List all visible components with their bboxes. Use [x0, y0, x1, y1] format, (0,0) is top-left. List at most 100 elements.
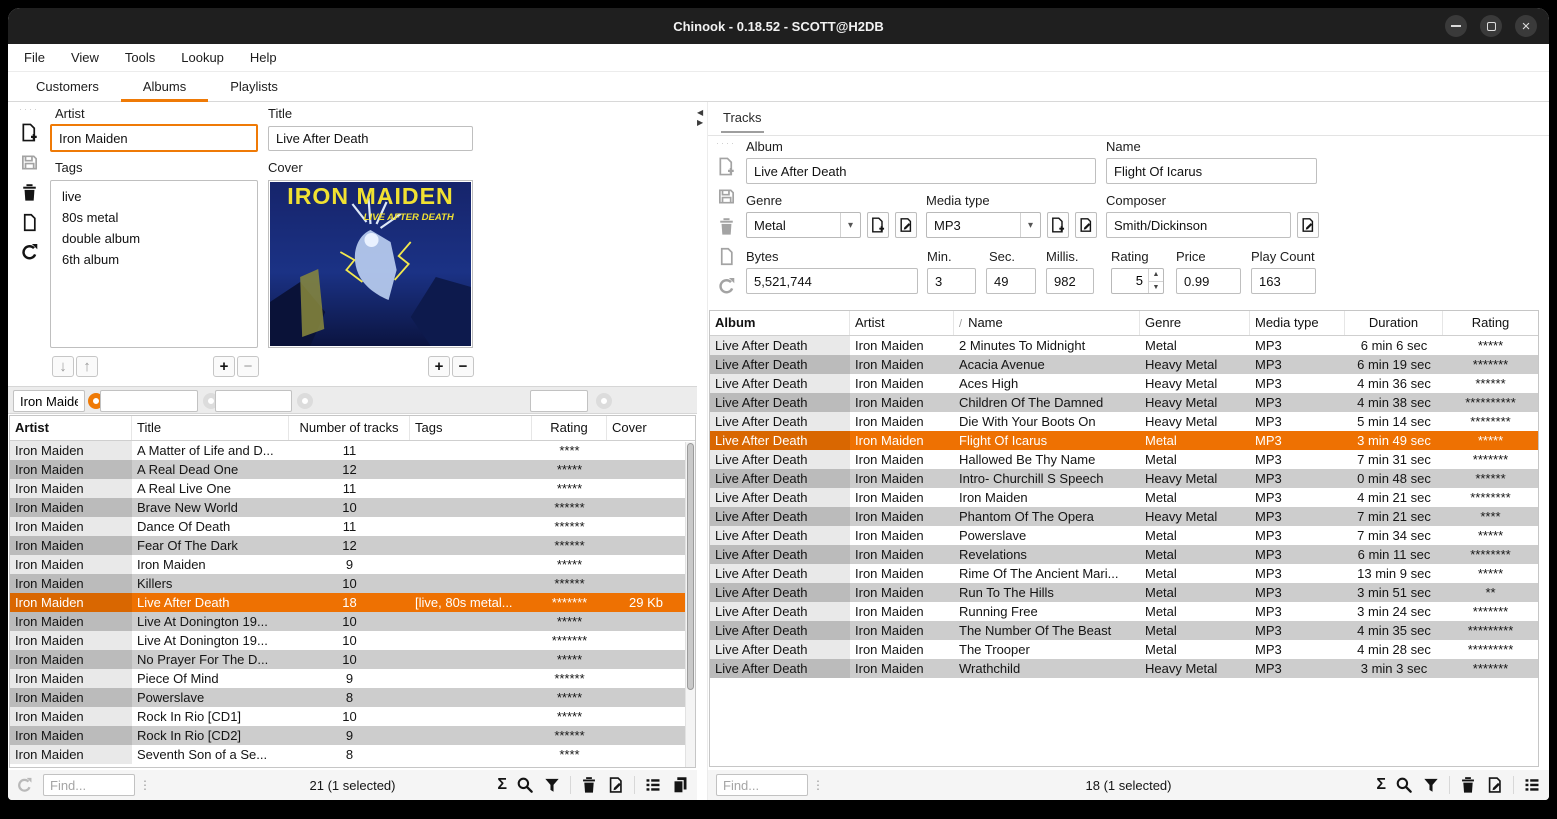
tags-list[interactable]: live80s metaldouble album6th album: [50, 180, 258, 348]
tab-playlists[interactable]: Playlists: [208, 72, 300, 101]
column-header-album[interactable]: Album: [710, 311, 850, 335]
album-row[interactable]: Iron Maiden Powerslave 8 *****: [10, 688, 695, 707]
track-row[interactable]: Live After Death Iron Maiden The Trooper…: [710, 640, 1538, 659]
column-header-title[interactable]: Title: [132, 416, 289, 440]
menu-view[interactable]: View: [71, 50, 99, 65]
genre-select[interactable]: Metal ▾: [746, 212, 861, 238]
search-icon[interactable]: [516, 776, 534, 794]
grip-icon[interactable]: ⋮: [139, 778, 151, 792]
spin-up-icon[interactable]: ▲: [1149, 269, 1163, 281]
track-row[interactable]: Live After Death Iron Maiden 2 Minutes T…: [710, 336, 1538, 355]
chevron-down-icon[interactable]: ▾: [1020, 213, 1040, 237]
save-icon[interactable]: [20, 153, 39, 172]
grip-icon[interactable]: ⋮: [812, 778, 824, 792]
tag-item[interactable]: 80s metal: [51, 207, 257, 228]
menu-file[interactable]: File: [24, 50, 45, 65]
column-header-artist[interactable]: Artist: [10, 416, 132, 440]
delete-record-icon[interactable]: [717, 217, 736, 236]
duplicate-view-icon[interactable]: [671, 776, 689, 794]
media-edit-button[interactable]: [1075, 212, 1097, 238]
new-record-icon[interactable]: [717, 157, 736, 176]
tab-customers[interactable]: Customers: [14, 72, 121, 101]
track-row[interactable]: Live After Death Iron Maiden Rime Of The…: [710, 564, 1538, 583]
media-type-select[interactable]: MP3 ▾: [926, 212, 1041, 238]
tag-item[interactable]: double album: [51, 228, 257, 249]
tracks-filter-input[interactable]: [215, 390, 292, 412]
album-row[interactable]: Iron Maiden Seventh Son of a Se... 8 ***…: [10, 745, 695, 764]
aggregate-icon[interactable]: Σ: [1376, 777, 1386, 793]
track-row[interactable]: Live After Death Iron Maiden The Number …: [710, 621, 1538, 640]
albums-table-scrollbar[interactable]: [685, 442, 695, 767]
column-header-cover[interactable]: Cover: [607, 416, 685, 440]
album-row[interactable]: Iron Maiden Iron Maiden 9 *****: [10, 555, 695, 574]
track-row[interactable]: Live After Death Iron Maiden Phantom Of …: [710, 507, 1538, 526]
refresh-icon[interactable]: [717, 277, 736, 296]
album-row[interactable]: Iron Maiden A Real Live One 11 *****: [10, 479, 695, 498]
name-input[interactable]: [1106, 158, 1317, 184]
play-count-input[interactable]: [1251, 268, 1316, 294]
column-header-artist[interactable]: Artist: [850, 311, 954, 335]
maximize-button[interactable]: [1480, 15, 1502, 37]
album-row[interactable]: Iron Maiden Brave New World 10 ******: [10, 498, 695, 517]
add-tag-button[interactable]: +: [213, 356, 235, 377]
refresh-icon[interactable]: [20, 243, 39, 262]
column-header-name[interactable]: /Name: [954, 311, 1140, 335]
remove-tag-button[interactable]: −: [237, 356, 259, 377]
genre-edit-button[interactable]: [895, 212, 917, 238]
tag-item[interactable]: 6th album: [51, 249, 257, 270]
millis-input[interactable]: [1046, 268, 1094, 294]
tab-albums[interactable]: Albums: [121, 72, 208, 101]
delete-icon[interactable]: [580, 776, 598, 794]
album-row[interactable]: Iron Maiden A Matter of Life and D... 11…: [10, 441, 695, 460]
save-icon[interactable]: [717, 187, 736, 206]
column-header-rating[interactable]: Rating: [532, 416, 607, 440]
toolbar-grip-icon[interactable]: ····: [716, 140, 736, 146]
track-row[interactable]: Live After Death Iron Maiden Iron Maiden…: [710, 488, 1538, 507]
filter-icon[interactable]: [1422, 776, 1440, 794]
album-row[interactable]: Iron Maiden A Real Dead One 12 *****: [10, 460, 695, 479]
track-row[interactable]: Live After Death Iron Maiden Revelations…: [710, 545, 1538, 564]
move-down-button[interactable]: ↓: [52, 356, 74, 377]
refresh-icon[interactable]: [16, 777, 33, 794]
album-row[interactable]: Iron Maiden Live At Donington 19... 10 *…: [10, 612, 695, 631]
track-row[interactable]: Live After Death Iron Maiden Aces High H…: [710, 374, 1538, 393]
rating-filter-radio[interactable]: [596, 393, 612, 409]
minimize-button[interactable]: [1445, 15, 1467, 37]
track-row[interactable]: Live After Death Iron Maiden Running Fre…: [710, 602, 1538, 621]
aggregate-icon[interactable]: Σ: [497, 777, 507, 793]
column-header-media[interactable]: Media type: [1250, 311, 1345, 335]
spin-down-icon[interactable]: ▼: [1149, 281, 1163, 294]
column-header-rating[interactable]: Rating: [1443, 311, 1538, 335]
new-record-icon[interactable]: [20, 123, 39, 142]
track-row[interactable]: Live After Death Iron Maiden Wrathchild …: [710, 659, 1538, 678]
toolbar-grip-icon[interactable]: ····: [19, 106, 39, 112]
collapse-right-icon[interactable]: ▶: [697, 118, 703, 128]
track-row[interactable]: Live After Death Iron Maiden Flight Of I…: [710, 431, 1538, 450]
collapse-left-icon[interactable]: ◀: [697, 108, 703, 118]
composer-edit-button[interactable]: [1297, 212, 1319, 238]
column-header-duration[interactable]: Duration: [1345, 311, 1443, 335]
track-row[interactable]: Live After Death Iron Maiden Children Of…: [710, 393, 1538, 412]
album-row[interactable]: Iron Maiden Rock In Rio [CD1] 10 *****: [10, 707, 695, 726]
remove-cover-button[interactable]: −: [452, 356, 474, 377]
track-row[interactable]: Live After Death Iron Maiden Hallowed Be…: [710, 450, 1538, 469]
min-input[interactable]: [927, 268, 976, 294]
add-cover-button[interactable]: +: [428, 356, 450, 377]
track-row[interactable]: Live After Death Iron Maiden Intro- Chur…: [710, 469, 1538, 488]
column-header-tags[interactable]: Tags: [410, 416, 532, 440]
filter-icon[interactable]: [543, 776, 561, 794]
track-row[interactable]: Live After Death Iron Maiden Powerslave …: [710, 526, 1538, 545]
tab-tracks[interactable]: Tracks: [721, 110, 764, 133]
panel-splitter[interactable]: ◀ ▶: [697, 102, 707, 800]
duplicate-record-icon[interactable]: [20, 213, 39, 232]
delete-record-icon[interactable]: [20, 183, 39, 202]
list-view-icon[interactable]: [644, 776, 662, 794]
album-row[interactable]: Iron Maiden Live After Death 18 [live, 8…: [10, 593, 695, 612]
album-row[interactable]: Iron Maiden Live At Donington 19... 10 *…: [10, 631, 695, 650]
menu-tools[interactable]: Tools: [125, 50, 155, 65]
close-button[interactable]: ×: [1515, 15, 1537, 37]
album-row[interactable]: Iron Maiden No Prayer For The D... 10 **…: [10, 650, 695, 669]
delete-icon[interactable]: [1459, 776, 1477, 794]
scrollbar-thumb[interactable]: [687, 443, 694, 690]
edit-icon[interactable]: [607, 776, 625, 794]
